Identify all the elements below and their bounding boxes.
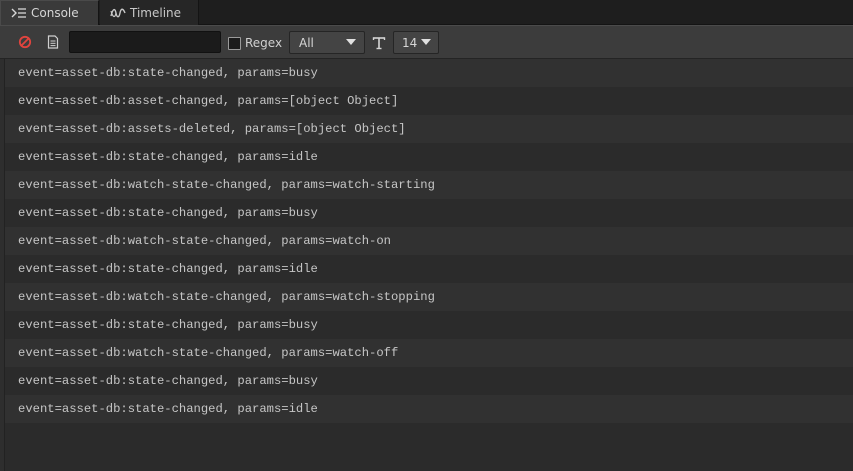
document-icon (47, 35, 59, 49)
console-log-list[interactable]: event=asset-db:state-changed, params=bus… (4, 59, 853, 471)
regex-checkbox[interactable] (228, 36, 241, 50)
tab-console-label: Console (31, 6, 79, 20)
tab-timeline-label: Timeline (130, 5, 182, 20)
log-row: event=asset-db:watch-state-changed, para… (5, 283, 853, 311)
log-row: event=asset-db:state-changed, params=idl… (5, 255, 853, 283)
console-toolbar: Regex All 14 (0, 25, 853, 59)
chevron-down-icon (421, 39, 431, 45)
log-row: event=asset-db:state-changed, params=bus… (5, 367, 853, 395)
log-row: event=asset-db:state-changed, params=bus… (5, 59, 853, 87)
tab-timeline[interactable]: Timeline (100, 0, 199, 25)
log-level-value: All (299, 35, 314, 50)
tab-bar: Console Timeline (0, 0, 853, 25)
log-row: event=asset-db:watch-state-changed, para… (5, 171, 853, 199)
log-row: event=asset-db:state-changed, params=bus… (5, 311, 853, 339)
font-size-icon (372, 35, 386, 50)
clear-icon (18, 35, 32, 49)
chevron-down-icon (346, 39, 356, 45)
log-row: event=asset-db:asset-changed, params=[ob… (5, 87, 853, 115)
filter-input[interactable] (69, 31, 221, 53)
terminal-icon (11, 7, 27, 19)
regex-label: Regex (245, 36, 283, 50)
console-panel: Console Timeline Regex All 14 event=asse… (0, 0, 853, 471)
log-row: event=asset-db:watch-state-changed, para… (5, 227, 853, 255)
regex-toggle[interactable]: Regex (228, 35, 282, 51)
log-row: event=asset-db:state-changed, params=bus… (5, 199, 853, 227)
font-size-select[interactable]: 14 (393, 31, 439, 54)
log-level-select[interactable]: All (289, 31, 365, 54)
timeline-icon (110, 7, 126, 19)
log-row: event=asset-db:state-changed, params=idl… (5, 395, 853, 423)
log-row: event=asset-db:assets-deleted, params=[o… (5, 115, 853, 143)
log-row: event=asset-db:state-changed, params=idl… (5, 143, 853, 171)
clear-console-button[interactable] (17, 34, 33, 50)
open-log-file-button[interactable] (45, 34, 61, 50)
log-row: event=asset-db:watch-state-changed, para… (5, 339, 853, 367)
font-size-value: 14 (402, 35, 418, 50)
tab-console[interactable]: Console (0, 0, 99, 25)
